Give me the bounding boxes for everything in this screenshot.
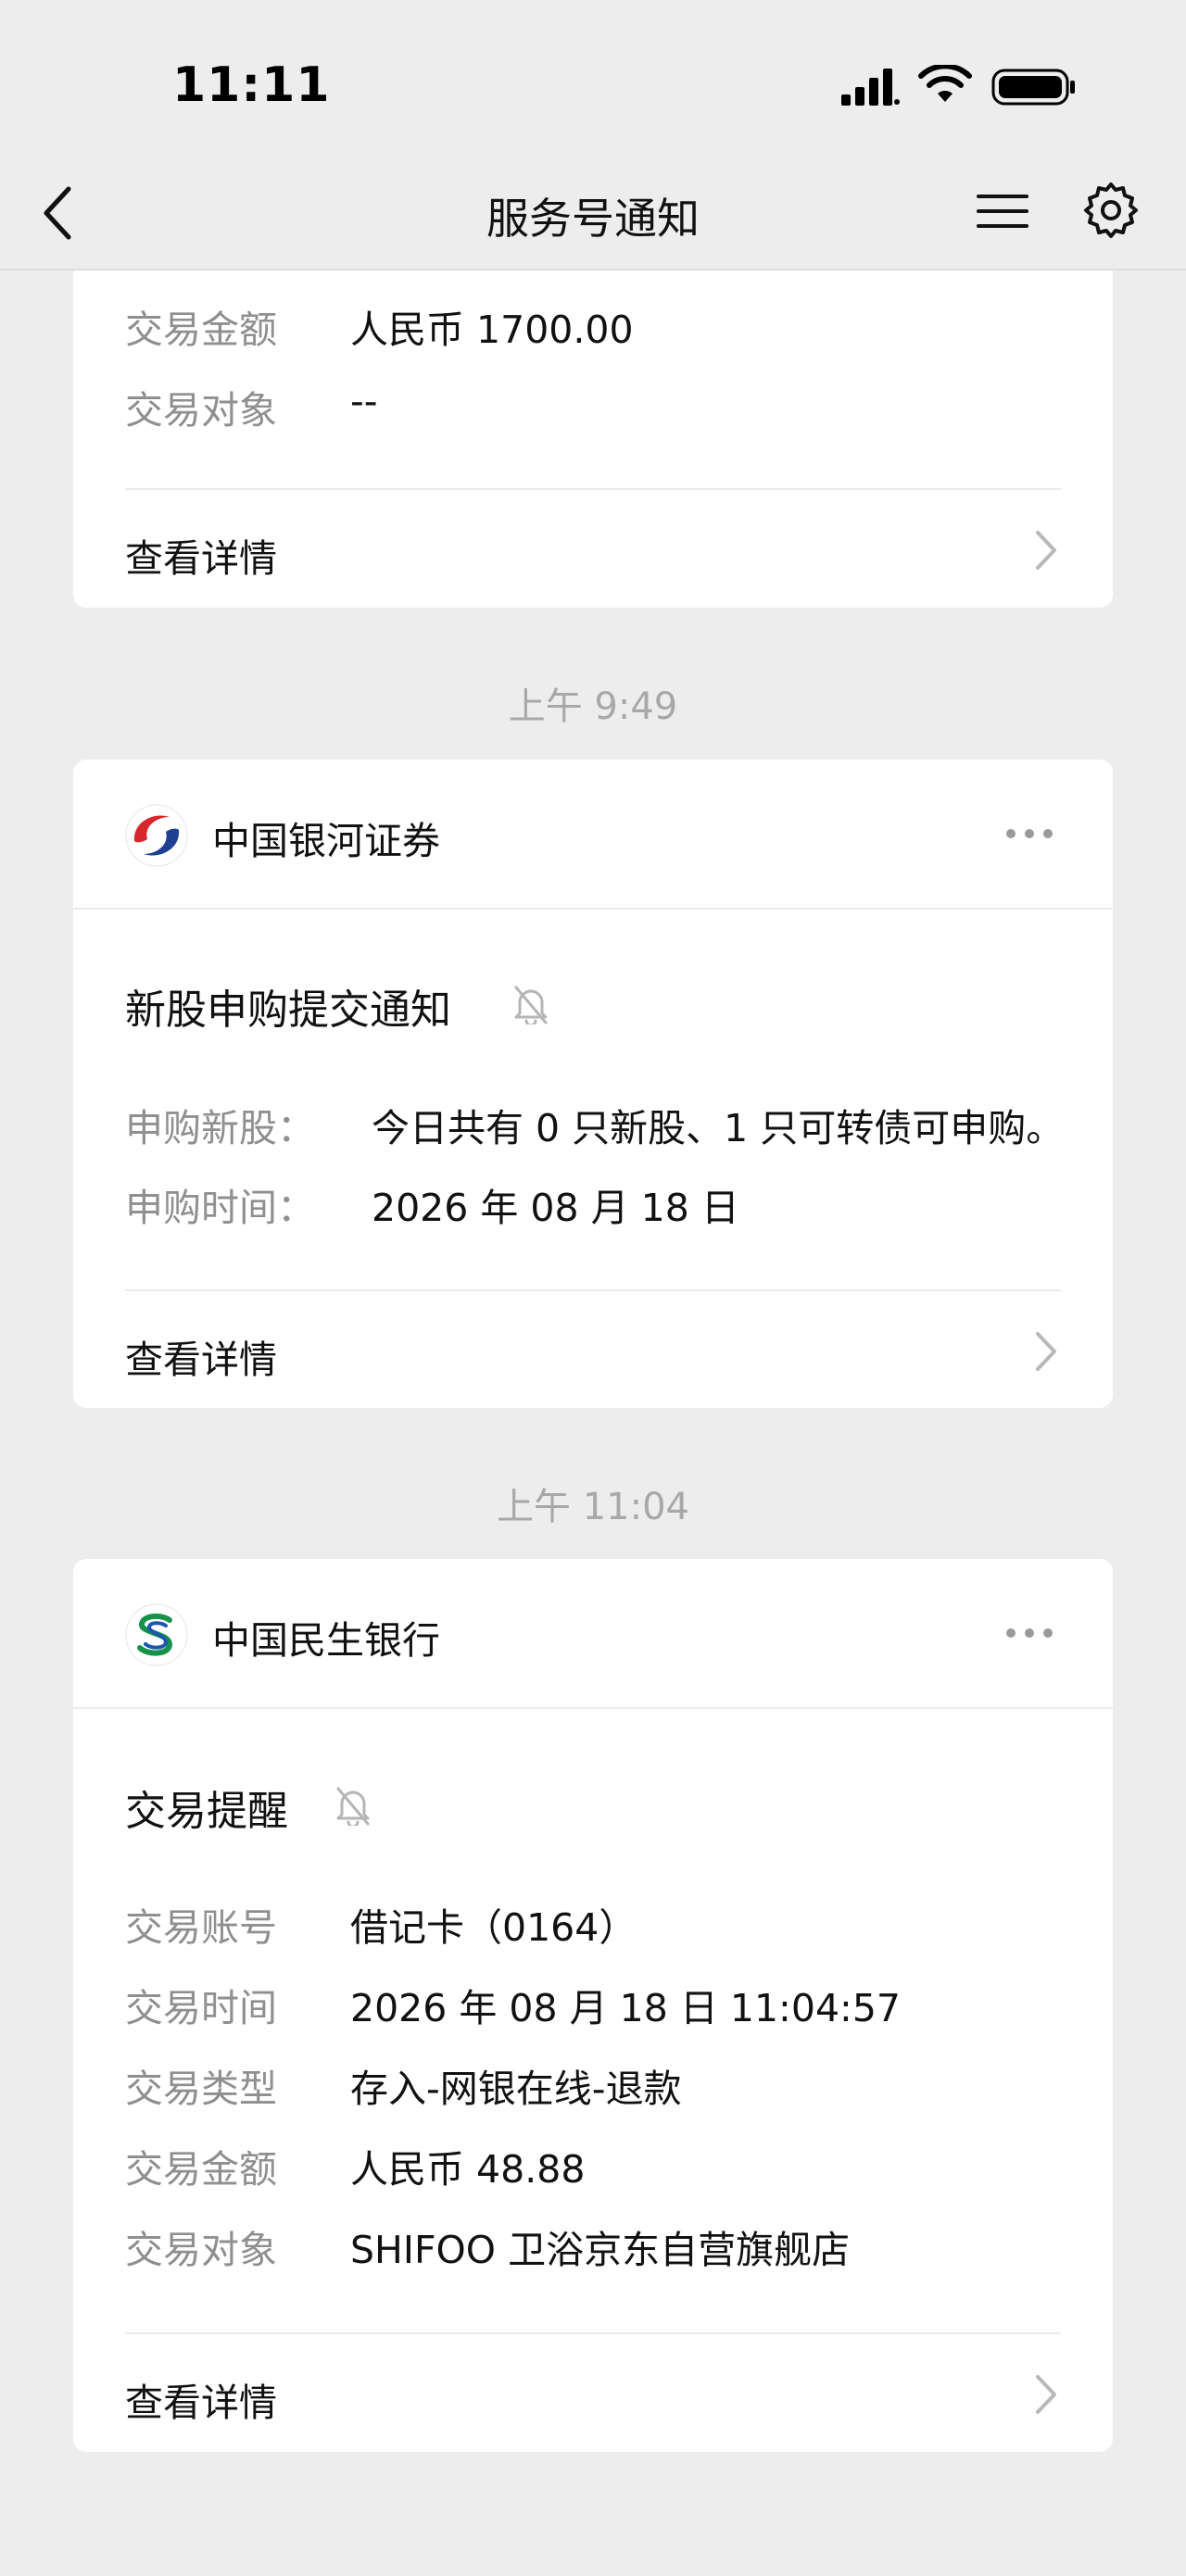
message-card-galaxy-securities: 中国银河证券 新股申购提交通知 申购新股： 今日共有 0 只新股、1 只可转债可… — [73, 760, 1113, 1408]
card-header[interactable]: 中国银河证券 — [73, 760, 1113, 910]
more-icon[interactable] — [1003, 1626, 1055, 1640]
field-value: 存入-网银在线-退款 — [350, 2067, 682, 2111]
view-details-label: 查看详情 — [125, 2381, 277, 2425]
field-label: 交易金额 — [125, 2147, 277, 2192]
field-value: 人民币 48.88 — [350, 2147, 586, 2192]
field-value: 今日共有 0 只新股、1 只可转债可申购。 — [372, 1106, 1065, 1150]
gear-icon[interactable] — [1080, 180, 1142, 241]
chevron-right-icon — [1036, 1332, 1056, 1371]
field-label: 交易金额 — [125, 308, 277, 352]
brand-name: 中国银河证券 — [212, 819, 440, 863]
field-value: 借记卡（0164） — [350, 1905, 637, 1950]
nav-bar: 服务号通知 — [0, 157, 1186, 270]
message-card-minsheng-bank: 中国民生银行 交易提醒 交易账号 借记卡（0164） 交易时间 2026 年 0… — [73, 1559, 1113, 2452]
menu-icon[interactable] — [977, 191, 1028, 232]
message-timestamp: 上午 9:49 — [508, 685, 678, 728]
field-label: 交易账号 — [125, 1905, 277, 1950]
message-card-partial: 交易金额 人民币 1700.00 交易对象 -- 查看详情 — [73, 270, 1113, 608]
view-details-label: 查看详情 — [125, 536, 277, 581]
bell-muted-icon — [514, 986, 548, 1024]
field-label: 交易时间 — [125, 1986, 277, 2030]
field-label: 申购新股： — [125, 1106, 315, 1150]
view-details-link[interactable]: 查看详情 — [73, 490, 1113, 609]
view-details-label: 查看详情 — [125, 1338, 277, 1382]
battery-icon — [991, 69, 1075, 106]
wifi-icon — [918, 65, 972, 102]
field-value: 2026 年 08 月 18 日 — [372, 1186, 739, 1230]
field-label: 交易对象 — [125, 388, 277, 433]
chevron-right-icon — [1036, 531, 1056, 570]
more-icon[interactable] — [1003, 826, 1055, 841]
brand-name: 中国民生银行 — [212, 1618, 440, 1663]
card-header[interactable]: 中国民生银行 — [73, 1559, 1113, 1709]
field-label: 申购时间： — [125, 1186, 315, 1230]
view-details-link[interactable]: 查看详情 — [73, 1291, 1113, 1410]
status-time: 11:11 — [172, 57, 331, 113]
bell-muted-icon — [336, 1787, 370, 1826]
field-value: 人民币 1700.00 — [350, 308, 634, 352]
signal-icon — [841, 69, 900, 106]
message-timestamp: 上午 11:04 — [497, 1486, 689, 1528]
field-label: 交易对象 — [125, 2228, 277, 2272]
chevron-right-icon — [1036, 2375, 1056, 2414]
status-bar: 11:11 — [0, 0, 1186, 157]
field-value: SHIFOO 卫浴京东自营旗舰店 — [350, 2228, 851, 2272]
minsheng-bank-logo-icon — [125, 1603, 188, 1666]
message-title: 交易提醒 — [125, 1788, 288, 1835]
field-value: 2026 年 08 月 18 日 11:04:57 — [350, 1986, 902, 2030]
view-details-link[interactable]: 查看详情 — [73, 2334, 1113, 2453]
message-title: 新股申购提交通知 — [125, 986, 451, 1034]
galaxy-securities-logo-icon — [125, 804, 188, 867]
field-label: 交易类型 — [125, 2067, 277, 2111]
field-value: -- — [350, 379, 378, 423]
